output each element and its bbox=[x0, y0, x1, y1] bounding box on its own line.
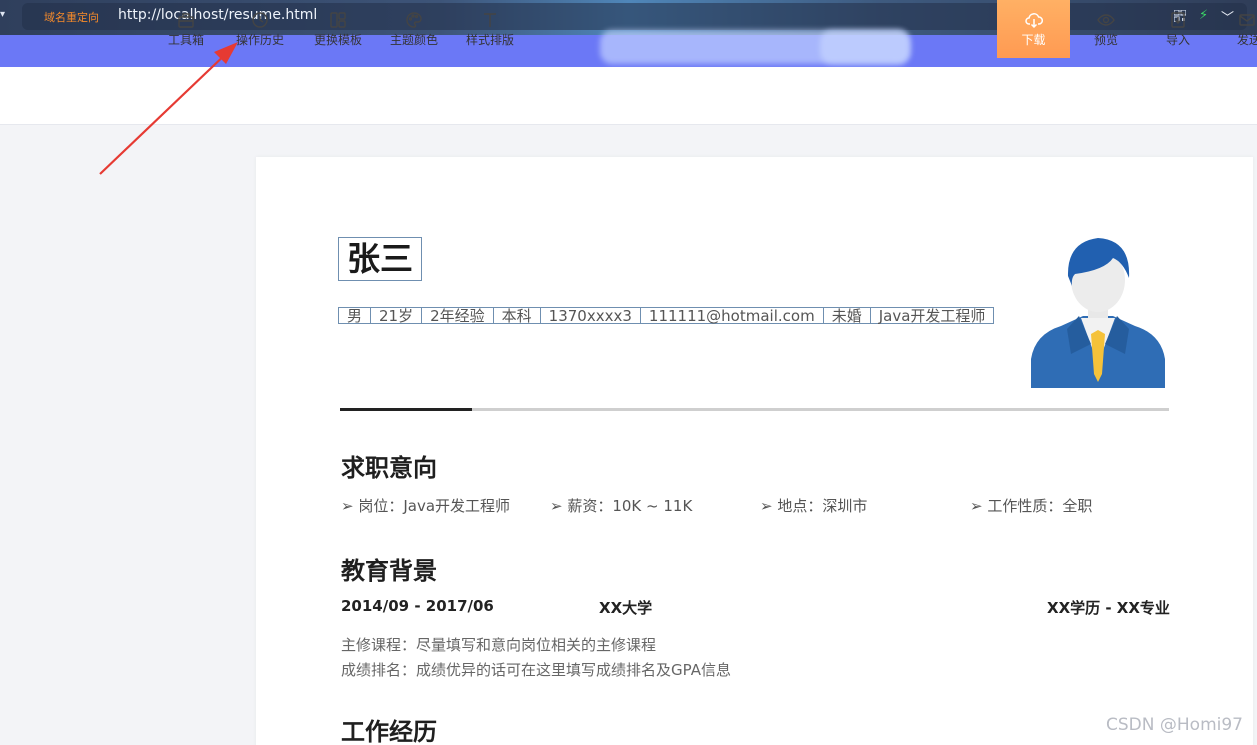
import-icon bbox=[1171, 11, 1185, 28]
text-style-icon bbox=[484, 12, 496, 27]
edu-rank[interactable]: 成绩排名：成绩优异的话可在这里填写成绩排名及GPA信息 bbox=[341, 659, 731, 680]
intent-location[interactable]: ➢ 地点：深圳市 bbox=[760, 495, 867, 516]
redirect-tag: 域名重定向 bbox=[44, 11, 99, 24]
blurred-region bbox=[820, 30, 910, 64]
intent-salary[interactable]: ➢ 薪资：10K ~ 11K bbox=[550, 495, 692, 516]
import-button[interactable]: 导入 bbox=[1152, 0, 1204, 58]
resume-name[interactable]: 张三 bbox=[338, 237, 422, 281]
cloud-download-icon bbox=[1024, 12, 1043, 28]
style-layout-button[interactable]: 样式排版 bbox=[462, 0, 518, 58]
info-email[interactable]: 111111@hotmail.com bbox=[639, 308, 823, 324]
intent-position[interactable]: ➢ 岗位：Java开发工程师 bbox=[341, 495, 510, 516]
eye-icon bbox=[1097, 13, 1115, 26]
preview-button[interactable]: 预览 bbox=[1080, 0, 1132, 58]
download-button[interactable]: 下载 bbox=[997, 0, 1070, 58]
change-template-label: 更换模板 bbox=[313, 32, 362, 47]
theme-color-button[interactable]: 主题颜色 bbox=[386, 0, 442, 58]
section-title-education: 教育背景 bbox=[341, 557, 437, 585]
mail-icon bbox=[1239, 13, 1255, 26]
info-marital[interactable]: 未婚 bbox=[822, 308, 870, 324]
edu-courses[interactable]: 主修课程：尽量填写和意向岗位相关的主修课程 bbox=[341, 634, 656, 655]
history-button[interactable]: 操作历史 bbox=[232, 0, 288, 58]
toolbox-label: 工具箱 bbox=[167, 32, 204, 47]
info-age[interactable]: 21岁 bbox=[370, 308, 421, 324]
toolbox-button[interactable]: 工具箱 bbox=[164, 0, 208, 58]
clock-icon bbox=[252, 11, 268, 28]
info-experience[interactable]: 2年经验 bbox=[421, 308, 493, 324]
toolbox-icon bbox=[178, 12, 194, 28]
import-label: 导入 bbox=[1165, 32, 1190, 47]
palette-icon bbox=[406, 11, 422, 28]
header-divider-accent bbox=[340, 408, 472, 411]
edu-degree[interactable]: XX学历 - XX专业 bbox=[1047, 597, 1170, 618]
section-title-intent: 求职意向 bbox=[341, 454, 437, 482]
intent-job-type[interactable]: ➢ 工作性质：全职 bbox=[970, 495, 1092, 516]
info-phone[interactable]: 1370xxxx3 bbox=[539, 308, 640, 324]
avatar[interactable] bbox=[1031, 234, 1165, 388]
editor-toolbar bbox=[0, 67, 1257, 125]
style-layout-label: 样式排版 bbox=[465, 32, 514, 47]
watermark: CSDN @Homi97 bbox=[1106, 715, 1243, 735]
history-label: 操作历史 bbox=[235, 32, 284, 47]
basic-info-row[interactable]: 男 21岁 2年经验 本科 1370xxxx3 111111@hotmail.c… bbox=[338, 307, 995, 324]
edu-school[interactable]: XX大学 bbox=[599, 597, 652, 618]
info-gender[interactable]: 男 bbox=[339, 308, 370, 324]
section-title-work: 工作经历 bbox=[341, 718, 437, 745]
info-position[interactable]: Java开发工程师 bbox=[869, 308, 994, 324]
download-label: 下载 bbox=[1021, 32, 1046, 47]
template-icon bbox=[330, 11, 346, 28]
theme-color-label: 主题颜色 bbox=[389, 32, 438, 47]
edu-period[interactable]: 2014/09 - 2017/06 bbox=[341, 597, 494, 615]
send-label: 发送 bbox=[1237, 32, 1257, 47]
back-dropdown-icon[interactable]: ▾ bbox=[0, 9, 5, 20]
change-template-button[interactable]: 更换模板 bbox=[310, 0, 366, 58]
preview-label: 预览 bbox=[1093, 32, 1118, 47]
send-button[interactable]: 发送 bbox=[1230, 0, 1257, 58]
info-degree[interactable]: 本科 bbox=[492, 308, 540, 324]
